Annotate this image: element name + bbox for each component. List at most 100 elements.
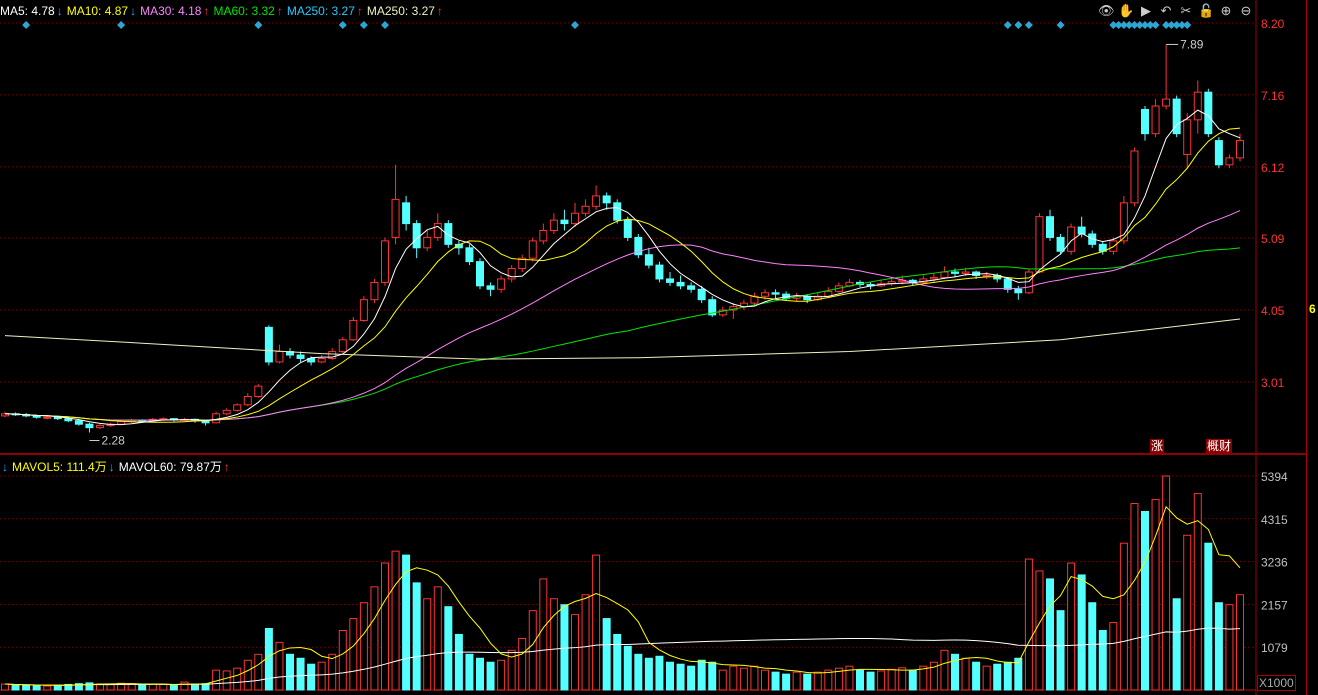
high-price-label: 7.89 xyxy=(1180,37,1204,51)
undo-icon[interactable]: ↶ xyxy=(1158,3,1174,19)
candle-body xyxy=(528,240,537,259)
volume-bar xyxy=(381,562,389,691)
volume-bar xyxy=(243,659,252,691)
volume-tick-label: 2157 xyxy=(1261,598,1288,612)
play-icon[interactable]: ▶ xyxy=(1138,3,1154,19)
scissors-icon[interactable]: ✂ xyxy=(1178,3,1194,19)
candle-body xyxy=(644,254,653,266)
candle-body xyxy=(1109,240,1118,252)
event-marker-icon xyxy=(117,21,126,29)
tag-finance[interactable]: 概财 xyxy=(1206,439,1233,453)
volume-bar xyxy=(856,669,864,691)
trend-arrow-icon: ↑ xyxy=(356,4,363,18)
candle-body xyxy=(687,285,696,290)
volume-bar xyxy=(169,684,178,691)
hand-icon[interactable]: ✋ xyxy=(1118,3,1134,19)
volume-bar xyxy=(307,663,316,691)
volume-bar xyxy=(191,683,199,691)
lock-icon[interactable]: 🔓 xyxy=(1198,3,1214,19)
legend-item: MA30: 4.18 ↑ xyxy=(140,4,211,18)
legend-item: ↓ xyxy=(0,460,10,474)
volume-bar xyxy=(549,598,558,691)
volume-ma-legend: ↓ MAVOL5: 111.4万 ↓ MAVOL60: 79.87万 ↑ xyxy=(0,458,234,475)
candle-body xyxy=(338,339,347,353)
volume-bar xyxy=(286,653,294,691)
volume-bar xyxy=(1225,604,1234,691)
zoom-in-icon[interactable]: ⊕ xyxy=(1218,3,1234,19)
volume-bar xyxy=(1236,594,1244,691)
volume-bar xyxy=(233,667,242,691)
volume-bar xyxy=(518,637,527,691)
volume-bar xyxy=(571,614,579,691)
candle-body xyxy=(243,396,252,406)
volume-bar xyxy=(560,604,569,691)
volume-bar xyxy=(655,655,664,691)
volume-bar xyxy=(961,657,970,691)
volume-bar xyxy=(729,665,738,691)
candle-body xyxy=(370,281,379,301)
volume-bar xyxy=(1098,629,1107,691)
event-marker-icon xyxy=(1056,21,1065,29)
candle-body xyxy=(1204,91,1213,135)
candle-body xyxy=(549,219,558,232)
volume-bar xyxy=(254,653,263,691)
volume-bar xyxy=(1119,542,1128,691)
price-tick-label: 7.16 xyxy=(1261,89,1285,103)
trend-arrow-icon: ↓ xyxy=(2,460,8,474)
candle-body xyxy=(623,219,632,238)
candle-body xyxy=(222,409,231,415)
event-marker-icon xyxy=(338,21,347,29)
volume-bar xyxy=(1214,602,1223,691)
legend-item: MA250: 3.27 ↑ xyxy=(287,4,365,18)
volume-bar xyxy=(1035,570,1044,691)
legend-item: MA10: 4.87 ↓ xyxy=(67,4,138,18)
candle-body xyxy=(982,274,991,277)
tag-zhang[interactable]: 涨 xyxy=(1150,439,1165,453)
volume-bar xyxy=(528,610,537,691)
volume-bar xyxy=(444,606,453,691)
volume-bar xyxy=(697,659,706,691)
zoom-out-icon[interactable]: ⊖ xyxy=(1238,3,1254,19)
trend-arrow-icon: ↑ xyxy=(436,4,443,18)
candle-body xyxy=(433,223,442,238)
candle-body xyxy=(43,416,52,419)
candle-body xyxy=(929,277,938,280)
event-marker-icon xyxy=(254,21,263,29)
volume-bar xyxy=(138,684,147,691)
volume-bar xyxy=(465,653,474,691)
volume-bar xyxy=(1003,661,1012,691)
side-quote-panel: 6 xyxy=(1306,0,1318,695)
candle-body xyxy=(1193,91,1202,121)
volume-bar xyxy=(602,618,611,691)
candle-body xyxy=(1162,98,1171,107)
volume-bar xyxy=(782,673,791,691)
volume-unit-label: X1000 xyxy=(1257,675,1296,691)
legend-item: MA5: 4.78 ↓ xyxy=(0,4,65,18)
ma250-line xyxy=(4,318,1241,360)
volume-bar xyxy=(1077,574,1086,691)
volume-bar xyxy=(539,578,548,691)
chart-toolbar: 👁 ✋ ▶ ↶ ✂ 🔓 ⊕ ⊖ xyxy=(1098,3,1254,19)
volume-bar xyxy=(750,665,759,691)
event-marker-icon xyxy=(359,21,368,29)
volume-bar xyxy=(22,684,31,691)
candlestick-chart[interactable]: 8.20 7.16 6.12 5.09 4.05 3.01 5394 4315 3236 2157… xyxy=(0,0,1318,695)
candle-body xyxy=(391,198,400,238)
trend-arrow-icon: ↓ xyxy=(56,4,63,18)
candle-body xyxy=(96,425,104,429)
side-value: 6 xyxy=(1309,302,1316,316)
volume-bar xyxy=(771,671,780,691)
candle-body xyxy=(275,351,284,363)
candle-body xyxy=(676,281,685,287)
event-marker-icon xyxy=(1183,21,1192,29)
volume-bar xyxy=(454,633,463,691)
volume-bar xyxy=(718,669,727,691)
candle-body xyxy=(74,420,83,425)
price-tick-label: 3.01 xyxy=(1261,376,1285,390)
legend-text: MA30: 4.18 xyxy=(140,4,202,18)
eye-icon[interactable]: 👁 xyxy=(1098,3,1115,19)
volume-bar xyxy=(159,683,168,691)
candle-body xyxy=(581,205,590,214)
candle-body xyxy=(560,219,569,225)
candle-body xyxy=(1056,236,1065,252)
